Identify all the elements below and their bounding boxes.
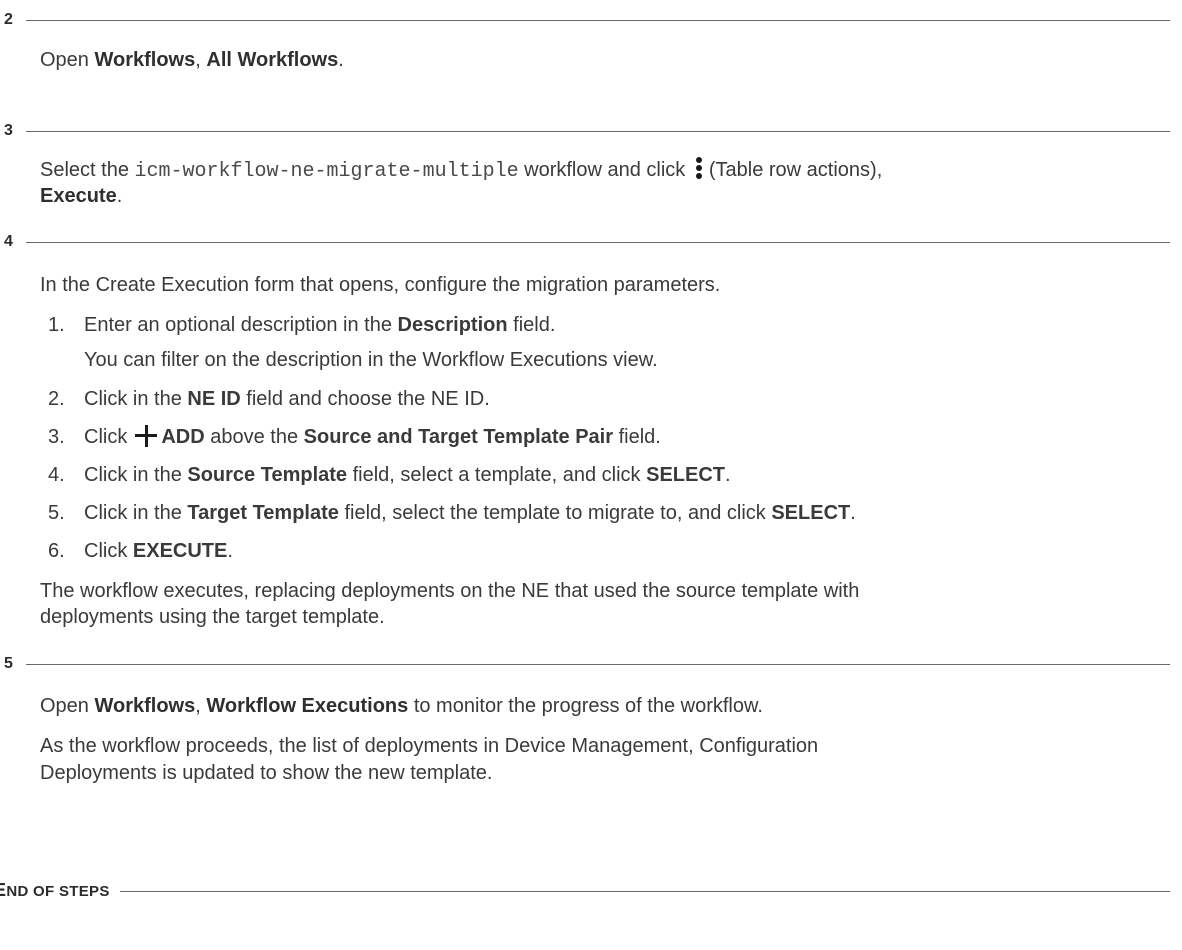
- list-number: 3.: [48, 426, 65, 448]
- step-4-result: The workflow executes, replacing deploym…: [40, 580, 860, 602]
- text: Click: [84, 540, 133, 562]
- step-number: 3: [4, 122, 13, 139]
- text: ,: [195, 695, 207, 717]
- kebab-icon: [695, 157, 703, 179]
- text: field.: [507, 314, 556, 336]
- step-4-intro: In the Create Execution form that opens,…: [40, 274, 721, 296]
- action-ref-execute: Execute: [40, 185, 117, 207]
- menu-ref-workflows: Workflows: [94, 49, 196, 71]
- step-number: 5: [4, 655, 13, 672]
- workflow-name-code: icm-workflow-ne-migrate-multiple: [134, 160, 519, 183]
- menu-ref-all-workflows: All Workflows: [206, 49, 339, 71]
- text: field, select the template to migrate to…: [338, 502, 772, 524]
- text: .: [338, 49, 344, 71]
- field-ref: Description: [397, 314, 508, 336]
- step-divider: [26, 664, 1170, 665]
- step-divider: [26, 242, 1170, 243]
- field-ref: Source and Target Template Pair: [303, 426, 614, 448]
- step-4-result-cont: deployments using the target template.: [40, 606, 385, 628]
- list-item: 2. Click in the NE ID field and choose th…: [48, 386, 1168, 412]
- step-3-text-cont: Execute.: [40, 183, 1170, 209]
- button-ref-add: ADD: [161, 426, 205, 448]
- list-number: 4.: [48, 464, 65, 486]
- field-ref: NE ID: [187, 388, 241, 410]
- step-2-text: Open Workflows, All Workflows.: [40, 47, 1170, 73]
- text: (Table row actions),: [708, 159, 883, 181]
- step-number: 2: [4, 11, 13, 28]
- list-number: 5.: [48, 502, 65, 524]
- list-item: 4. Click in the Source Template field, se…: [48, 462, 1168, 488]
- field-ref: Source Template: [187, 464, 348, 486]
- step-header: 5: [0, 654, 1170, 674]
- list-item: 3. Click ADD above the Source and Target T…: [48, 424, 1168, 450]
- text: Click in the: [84, 388, 188, 410]
- text: Open: [40, 49, 95, 71]
- end-of-steps-label: END OF STEPS: [0, 880, 110, 902]
- text: Click: [84, 426, 128, 448]
- text: .: [850, 502, 856, 524]
- button-ref-select: SELECT: [646, 464, 726, 486]
- button-ref-execute: EXECUTE: [132, 540, 228, 562]
- text: Click in the: [84, 464, 188, 486]
- text: Enter an optional description in the: [84, 314, 398, 336]
- text: ND OF STEPS: [6, 883, 110, 900]
- text: above the: [204, 426, 304, 448]
- text: to monitor the progress of the workflow.: [408, 695, 763, 717]
- text: field, select a template, and click: [347, 464, 647, 486]
- step-5-note-cont: Deployments is updated to show the new t…: [40, 762, 493, 784]
- list-item: 5. Click in the Target Template field, se…: [48, 500, 1168, 526]
- text: .: [725, 464, 731, 486]
- text: Select the: [40, 159, 135, 181]
- step-5-text: Open Workflows, Workflow Executions to m…: [40, 693, 1170, 719]
- list-item: 1. Enter an optional description in the D…: [48, 312, 1168, 338]
- list-number: 1.: [48, 314, 65, 336]
- text: .: [227, 540, 233, 562]
- text: field and choose the NE ID.: [240, 388, 490, 410]
- step-header: 4: [0, 232, 1170, 252]
- step-3-text: Select the icm-workflow-ne-migrate-multi…: [40, 157, 1170, 185]
- text: ,: [195, 49, 207, 71]
- button-ref-select: SELECT: [771, 502, 851, 524]
- text: field.: [613, 426, 661, 448]
- list-number: 6.: [48, 540, 65, 562]
- step-header: 2: [0, 10, 1170, 30]
- document-page: 2 Open Workflows, All Workflows. 3 Selec…: [0, 0, 1182, 950]
- list-item-note: You can filter on the description in the…: [84, 349, 658, 371]
- menu-ref-workflow-executions: Workflow Executions: [206, 695, 409, 717]
- step-divider: [26, 20, 1170, 21]
- plus-icon: [135, 425, 158, 447]
- list-item: 6. Click EXECUTE.: [48, 538, 1168, 564]
- step-number: 4: [4, 233, 13, 250]
- text: Open: [40, 695, 95, 717]
- text: .: [116, 185, 123, 207]
- step-header: 3: [0, 121, 1170, 141]
- list-number: 2.: [48, 388, 65, 410]
- end-divider: [120, 891, 1170, 892]
- text: Click in the: [84, 502, 188, 524]
- step-divider: [26, 131, 1170, 132]
- step-5-note: As the workflow proceeds, the list of de…: [40, 735, 819, 757]
- text: workflow and click: [518, 159, 691, 181]
- field-ref: Target Template: [187, 502, 339, 524]
- menu-ref-workflows: Workflows: [94, 695, 196, 717]
